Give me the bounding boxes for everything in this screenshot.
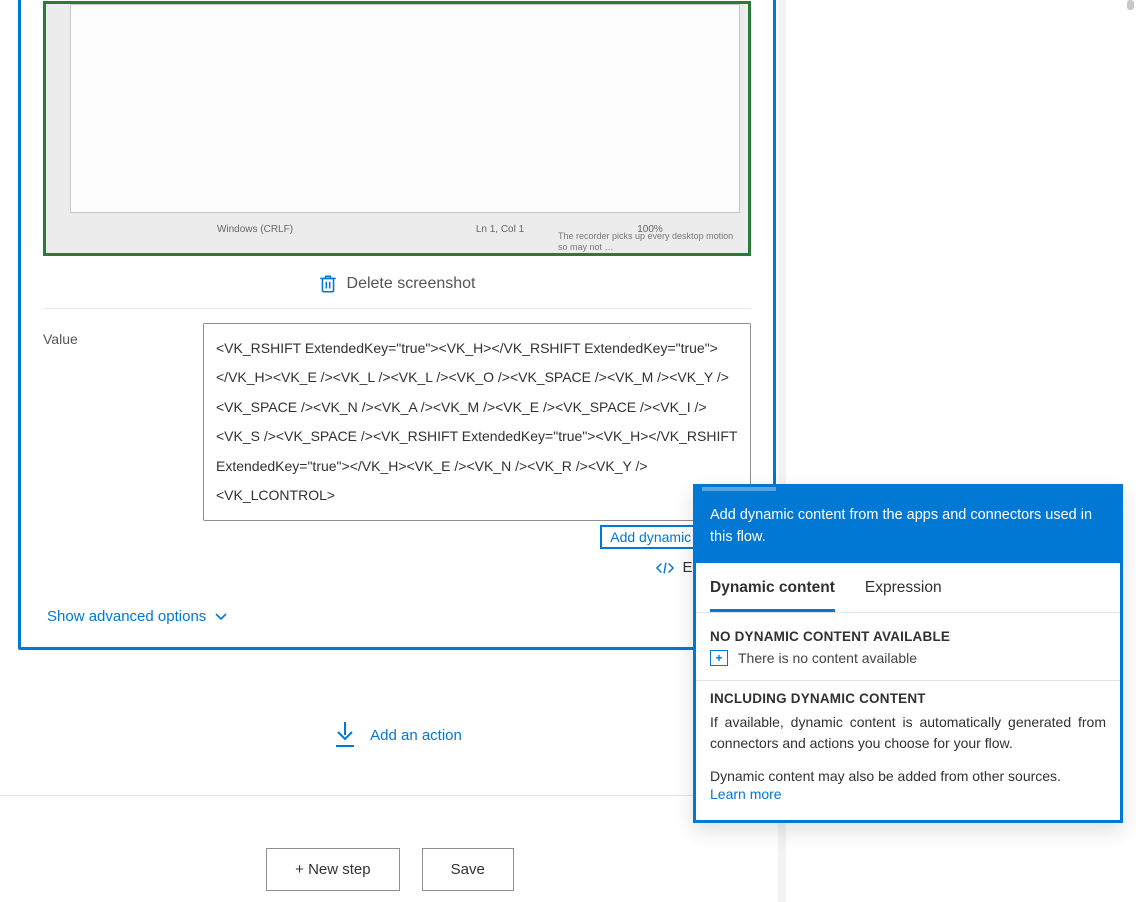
value-text[interactable]: <VK_RSHIFT ExtendedKey="true"><VK_H></VK… xyxy=(216,334,738,510)
trash-icon xyxy=(319,274,337,294)
screenshot-footnote: The recorder picks up every desktop moti… xyxy=(558,231,738,253)
code-icon xyxy=(656,561,674,575)
popout-accent xyxy=(696,487,1120,495)
scrollbar[interactable] xyxy=(1124,0,1136,902)
save-button[interactable]: Save xyxy=(422,848,514,891)
show-advanced-options-link[interactable]: Show advanced options xyxy=(47,608,228,625)
including-dc-heading: INCLUDING DYNAMIC CONTENT xyxy=(710,691,1106,706)
no-dynamic-content-row: + There is no content available xyxy=(710,650,1106,666)
screenshot-preview[interactable]: Windows (CRLF) Ln 1, Col 1 100% The reco… xyxy=(43,1,751,256)
show-advanced-options-label: Show advanced options xyxy=(47,608,206,625)
status-encoding: Windows (CRLF) xyxy=(70,224,440,235)
popout-header-text: Add dynamic content from the apps and co… xyxy=(710,507,1092,545)
no-dynamic-content-text: There is no content available xyxy=(738,650,917,666)
popout-header: Add dynamic content from the apps and co… xyxy=(696,495,1120,563)
status-caret: Ln 1, Col 1 xyxy=(440,224,560,235)
dynamic-content-popout: Add dynamic content from the apps and co… xyxy=(693,484,1123,823)
popout-separator xyxy=(696,680,1120,681)
no-dynamic-content-heading: NO DYNAMIC CONTENT AVAILABLE xyxy=(710,629,1106,644)
add-action-label: Add an action xyxy=(370,727,462,744)
value-field-label: Value xyxy=(43,323,203,347)
new-step-button[interactable]: + New step xyxy=(266,848,399,891)
chevron-down-icon xyxy=(214,612,228,622)
scrollbar-thumb[interactable] xyxy=(1127,0,1134,10)
value-input[interactable]: <VK_RSHIFT ExtendedKey="true"><VK_H></VK… xyxy=(203,323,751,521)
learn-more-link[interactable]: Learn more xyxy=(710,786,782,802)
edit-code-button[interactable]: Edit code xyxy=(43,549,751,592)
tab-dynamic-content[interactable]: Dynamic content xyxy=(710,579,835,612)
insert-step-icon xyxy=(332,720,358,750)
including-dc-paragraph: If available, dynamic content is automat… xyxy=(710,712,1106,754)
action-card: Windows (CRLF) Ln 1, Col 1 100% The reco… xyxy=(18,0,776,650)
other-sources-text: Dynamic content may also be added from o… xyxy=(710,768,1106,784)
add-action-button[interactable]: Add an action xyxy=(18,720,776,750)
delete-screenshot-label: Delete screenshot xyxy=(347,275,476,293)
footer-divider xyxy=(0,795,780,796)
popout-tabs: Dynamic content Expression xyxy=(696,563,1120,613)
delete-screenshot-button[interactable]: Delete screenshot xyxy=(43,256,751,308)
plus-icon: + xyxy=(710,650,728,666)
tab-expression[interactable]: Expression xyxy=(865,579,942,612)
screenshot-body xyxy=(70,4,740,213)
